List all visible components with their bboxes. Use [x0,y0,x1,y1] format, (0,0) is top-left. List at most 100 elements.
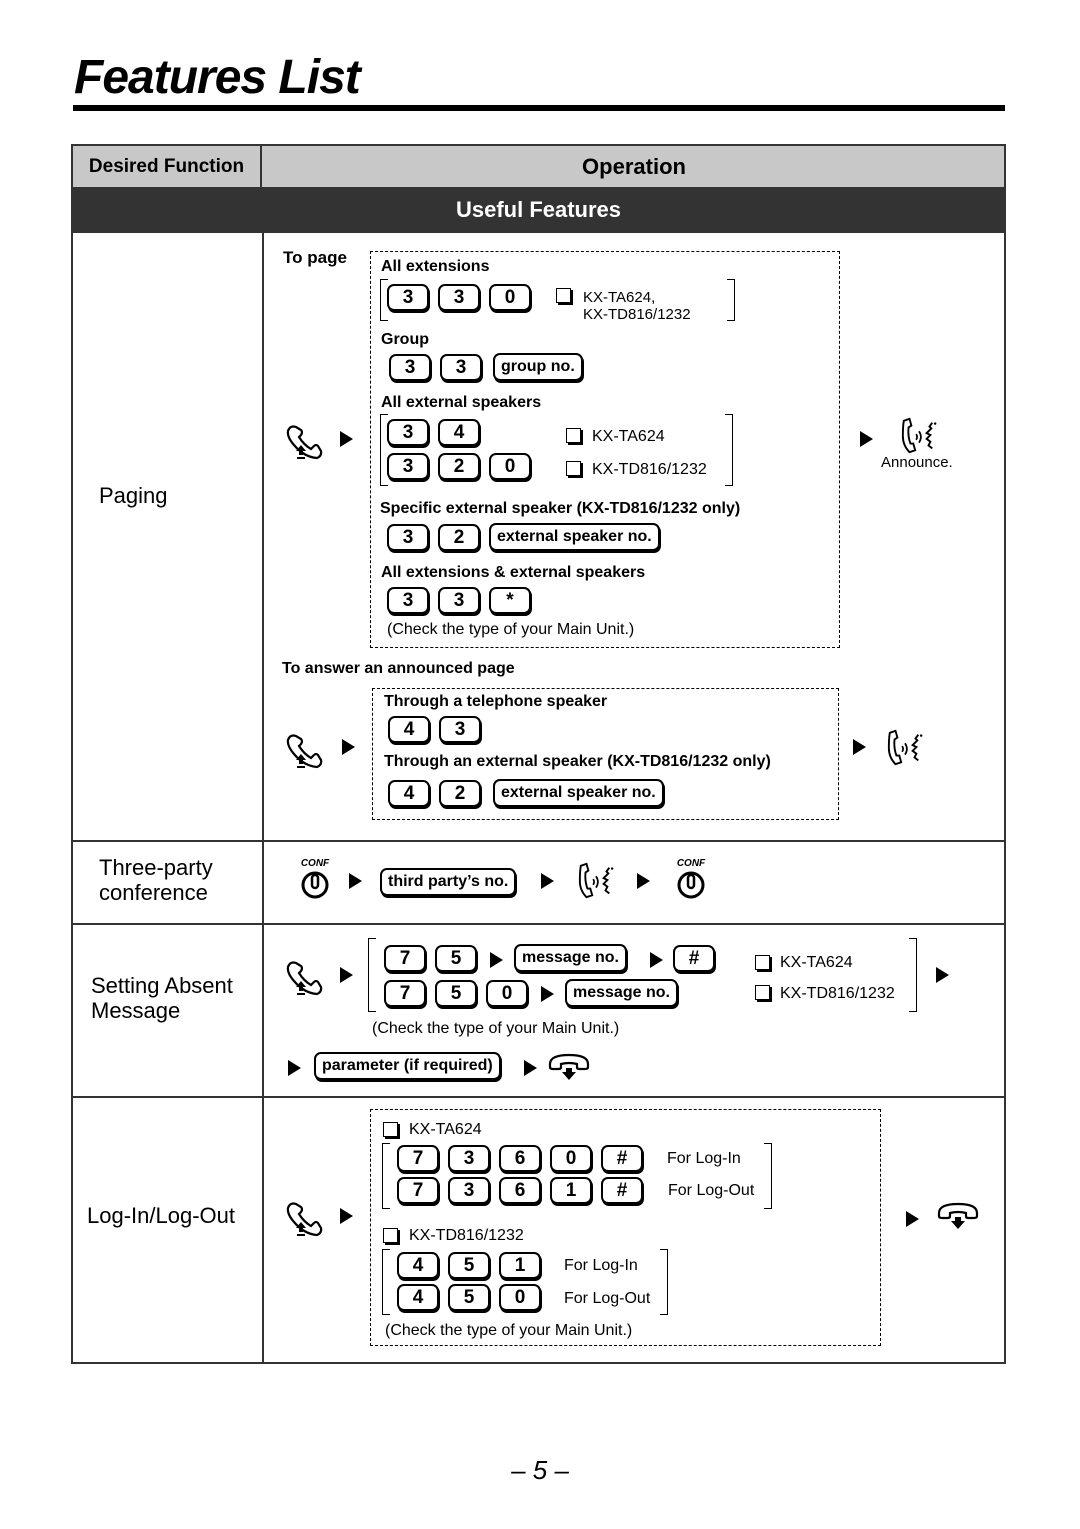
logout-label: For Log-Out [564,1290,651,1307]
model-label: KX-TA624 [409,1121,482,1138]
model-label: KX-TA624, [583,289,656,306]
play-arrow-icon [490,952,503,968]
bracket-right [764,1143,772,1209]
page-title: Features List [74,51,361,104]
all-ext-and-speakers-label: All extensions & external speakers [381,564,646,581]
checkbox-icon[interactable] [755,985,770,1000]
group-label: Group [381,331,429,348]
play-arrow-icon [853,739,866,755]
function-three-party-conference: Three-party conference [99,855,213,905]
param-key-message-no: message no. [514,944,627,972]
bracket-left [382,1143,390,1209]
talk-icon [884,729,926,767]
dial-key: 5 [435,945,477,972]
model-label: KX-TA624 [780,954,853,971]
column-divider [262,233,264,1362]
off-hook-handset-icon [284,421,324,461]
label-text: Specific external speaker [380,500,573,517]
off-hook-handset-icon [284,957,324,997]
checkbox-icon[interactable] [566,461,581,476]
dial-key-hash: # [601,1145,643,1172]
dial-key: 6 [499,1177,541,1204]
section-band-useful-features: Useful Features [73,189,1004,233]
dial-key: 4 [388,780,430,807]
param-key-external-speaker-no: external speaker no. [493,779,664,807]
dial-key: 5 [448,1284,490,1311]
checkbox-icon[interactable] [556,288,571,303]
dial-key-hash: # [601,1177,643,1204]
dial-key-hash: # [673,945,715,972]
function-paging: Paging [99,483,168,508]
external-speaker-answer-label: Through an external speaker (KX-TD816/12… [384,753,771,771]
dial-key: 3 [438,284,480,311]
bracket-left [382,1249,390,1315]
model-label: KX-TD816/1232 [780,985,895,1002]
dial-key: 2 [438,524,480,551]
play-arrow-icon [650,952,663,968]
off-hook-handset-icon [284,730,324,770]
checkbox-icon[interactable] [383,1122,398,1137]
dial-key: 1 [499,1252,541,1279]
dial-key: 4 [388,716,430,743]
title-rule [73,105,1005,111]
bracket-right [660,1249,668,1315]
play-arrow-icon [524,1060,537,1076]
dial-key: 2 [438,453,480,480]
dial-key: 3 [387,419,429,446]
page-number: – 5 – [511,1455,569,1485]
play-arrow-icon [340,1208,353,1224]
bracket-right [727,279,735,321]
model-label: KX-TD816/1232 [409,1227,524,1244]
play-arrow-icon [541,873,554,889]
play-arrow-icon [860,431,873,447]
on-hook-handset-icon [936,1201,980,1235]
play-arrow-icon [349,873,362,889]
row-divider [73,840,1004,842]
model-label: KX-TD816/1232 [583,306,691,323]
param-key-message-no: message no. [565,979,678,1007]
on-hook-handset-icon [547,1052,591,1086]
param-key-third-party-no: third party’s no. [380,868,517,896]
header-desired-function: Desired Function [73,146,262,187]
to-page-label: To page [283,248,347,267]
talk-icon [575,862,617,900]
play-arrow-icon [541,986,554,1002]
dial-key: 0 [486,980,528,1007]
check-main-unit-note: (Check the type of your Main Unit.) [385,1322,633,1339]
bracket-left [368,938,376,1012]
label-text: Through an external speaker [384,753,603,770]
play-arrow-icon [288,1060,301,1076]
play-arrow-icon [340,431,353,447]
dial-key: 5 [435,980,477,1007]
checkbox-icon[interactable] [383,1228,398,1243]
dial-key: 3 [440,354,482,381]
row-divider [73,1096,1004,1098]
function-setting-absent-message: Setting Absent Message [91,973,233,1023]
dial-key: 4 [397,1284,439,1311]
login-label: For Log-In [667,1150,741,1167]
talk-icon [898,417,940,455]
dial-key: 0 [489,284,531,311]
table-header: Desired Function Operation [73,146,1004,189]
param-key-external-speaker-no: external speaker no. [489,523,660,551]
answer-page-label: To answer an announced page [282,660,515,677]
announce-label: Announce. [881,454,953,471]
login-label: For Log-In [564,1257,638,1274]
row-divider [73,923,1004,925]
play-arrow-icon [342,739,355,755]
param-key-group-no: group no. [493,353,583,381]
dial-key: 3 [448,1177,490,1204]
checkbox-icon[interactable] [755,955,770,970]
dial-key: 7 [397,1177,439,1204]
checkbox-icon[interactable] [566,428,581,443]
dial-key: 2 [439,780,481,807]
logout-label: For Log-Out [668,1182,755,1199]
model-label: KX-TA624 [592,428,665,445]
function-label-line: Setting Absent [91,973,233,998]
dial-key: 3 [439,716,481,743]
header-operation: Operation [582,153,686,179]
dial-key: 7 [384,945,426,972]
all-extensions-label: All extensions [381,258,490,275]
dial-key: 5 [448,1252,490,1279]
specific-external-speaker-label: Specific external speaker (KX-TD816/1232… [380,500,740,518]
